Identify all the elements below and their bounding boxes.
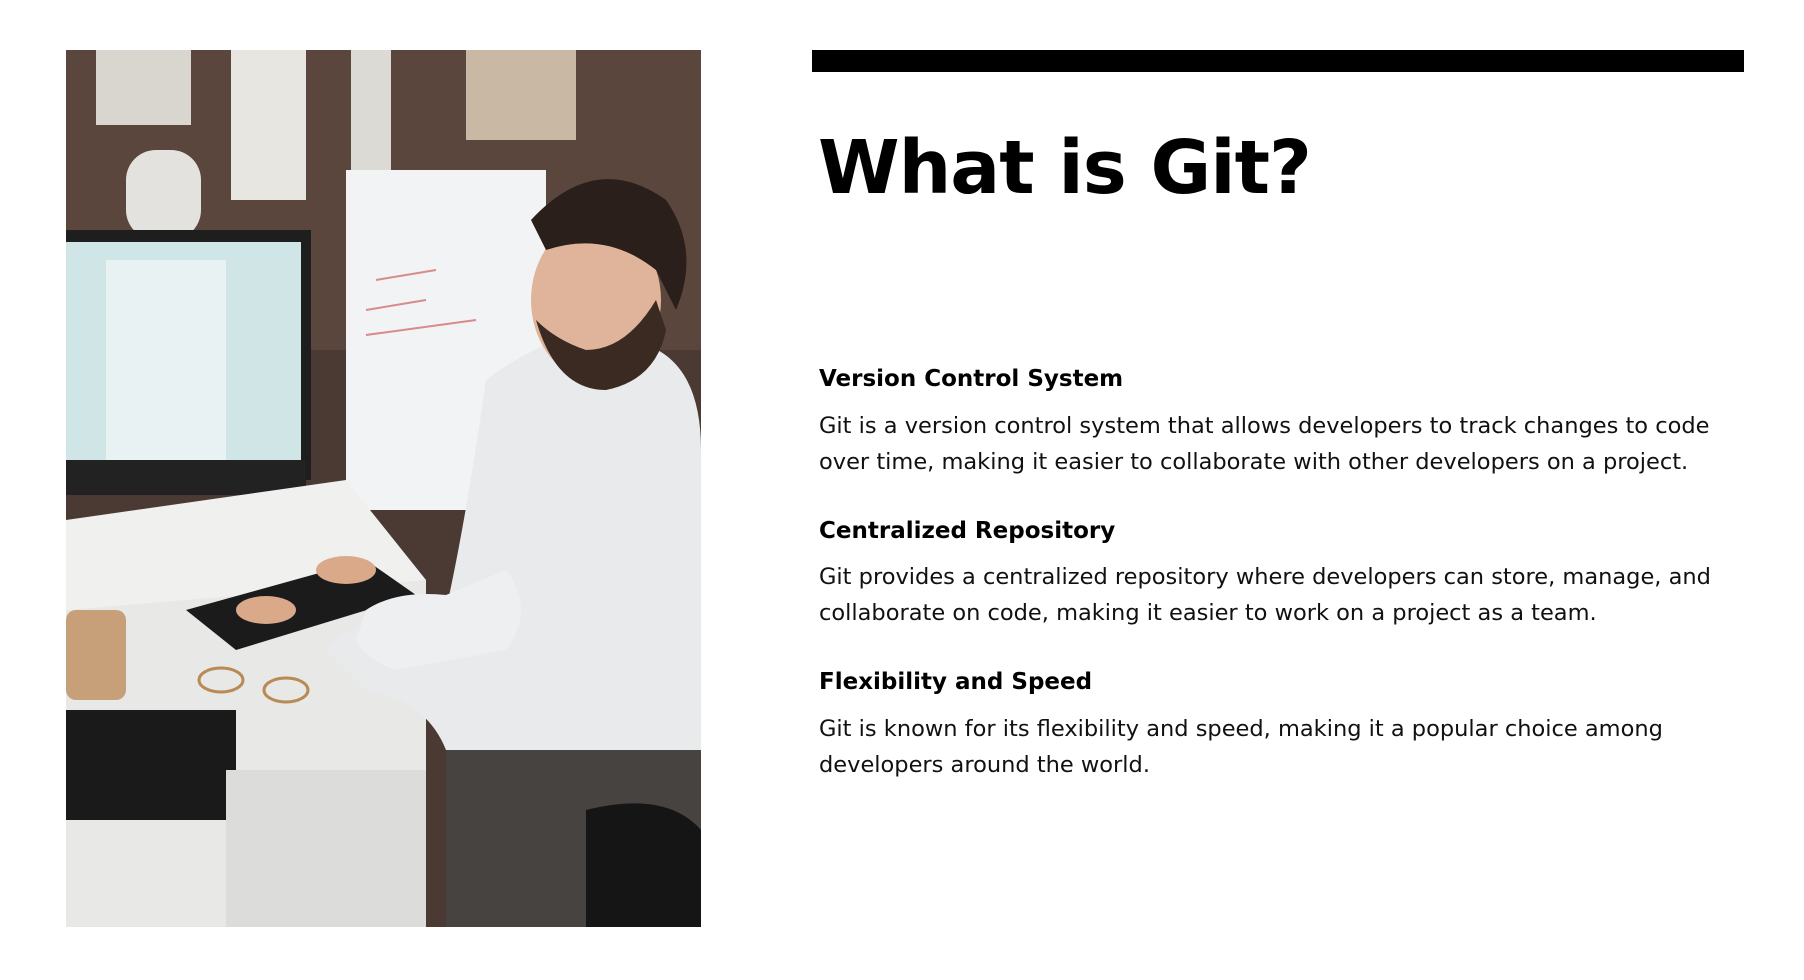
section-body: Git is a version control system that all… [819, 412, 1710, 475]
slide: What is Git? Version Control System Git … [0, 0, 1804, 980]
section-centralized-repository: Centralized Repository Git provides a ce… [819, 518, 1739, 632]
section-body: Git provides a centralized repository wh… [819, 564, 1711, 627]
developer-photo [66, 50, 701, 927]
accent-bar [812, 50, 1744, 72]
slide-title: What is Git? [818, 125, 1312, 211]
section-body: Git is known for its flexibility and spe… [819, 715, 1663, 778]
section-heading: Version Control System [819, 366, 1124, 392]
section-flexibility-speed: Flexibility and Speed Git is known for i… [819, 669, 1739, 783]
content-sections: Version Control System Git is a version … [819, 366, 1739, 783]
section-version-control: Version Control System Git is a version … [819, 366, 1739, 480]
section-heading: Flexibility and Speed [819, 669, 1093, 696]
section-heading: Centralized Repository [819, 517, 1116, 544]
